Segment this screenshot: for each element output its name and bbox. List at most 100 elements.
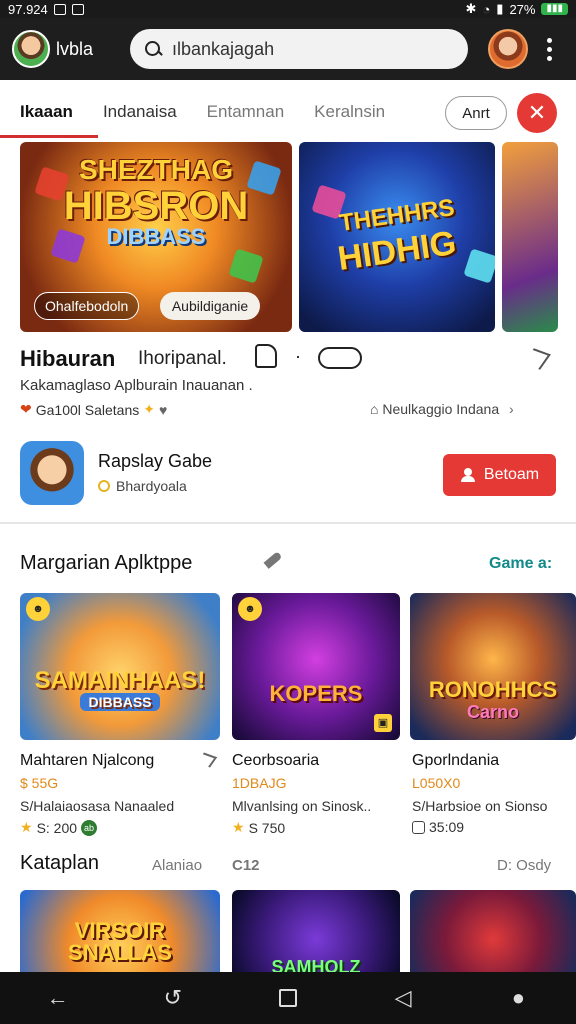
game-card-image[interactable]: RONOHHCS Carno	[410, 593, 576, 740]
banner-title-line3: DIBBASS	[106, 224, 206, 249]
card-rating: 35:09	[412, 819, 464, 835]
heart-outline-icon: ♥	[159, 401, 168, 418]
bluetooth-icon: ✱	[465, 1, 477, 16]
tab-pill-button[interactable]: Anrt	[445, 96, 507, 130]
recents-icon[interactable]: ◁	[383, 978, 423, 1018]
emoji-badge-icon: ☻	[238, 597, 262, 621]
card-rating-value: 35:09	[429, 819, 465, 835]
app-title[interactable]: Rapslay Gabe	[98, 451, 212, 472]
banner-title-line1: SHEZTHAG	[79, 154, 233, 185]
section2-filter-c[interactable]: D: Osdy	[497, 857, 551, 874]
section-see-more-link[interactable]: Game a:	[489, 555, 552, 573]
card-price: $ 55G	[20, 775, 59, 791]
card-price: L050X0	[412, 775, 461, 791]
share-icon[interactable]	[196, 752, 218, 768]
featured-banner-1[interactable]: SHEZTHAG HIBSRON DIBBASS Ohalfebodoln Au…	[20, 142, 292, 332]
app-logo-avatar[interactable]	[12, 30, 50, 68]
card-price: 1DBAJG	[232, 775, 287, 791]
card-title[interactable]: Mahtaren Njalcong	[20, 752, 154, 770]
more-options-icon[interactable]	[546, 37, 552, 61]
tab-entamnan[interactable]: Entamnan	[207, 90, 285, 138]
app-name: lvbla	[56, 38, 94, 59]
home-button[interactable]	[268, 978, 308, 1018]
verified-ring-icon	[98, 480, 110, 492]
game-card-image[interactable]: ☻ SAMAINHAAS! DIBBASS	[20, 593, 220, 740]
featured-banner-2[interactable]: THEHHRS HIDHIG	[299, 142, 495, 332]
card-description: S/Harbsioe on Sionso	[412, 798, 548, 814]
heart-icon: ❤	[20, 401, 32, 417]
close-icon[interactable]: ✕	[517, 93, 557, 133]
share-icon[interactable]	[523, 348, 551, 370]
featured-description: Kakamaglaso Aplburain Inauanan .	[20, 377, 253, 394]
featured-link[interactable]: ⌂ Neulkaggio Indana ›	[370, 401, 514, 417]
card-image-subcaption: Carno	[466, 702, 519, 722]
section2-filter-b[interactable]: C12	[232, 857, 260, 874]
status-time: 97.924	[8, 1, 48, 17]
status-bar: 97.924 ✱ ◔ ▮ 27% ▮▮▮	[0, 0, 576, 18]
thumbs-up-icon[interactable]	[255, 344, 277, 368]
account-icon[interactable]: ●	[498, 978, 538, 1018]
tab-keralnsin[interactable]: Keralnsin	[314, 90, 385, 138]
section-divider	[0, 522, 576, 524]
section-title: Margarian Aplktppe	[20, 552, 193, 574]
signal-icon: ▮	[496, 1, 504, 16]
featured-meta: ❤ Ga100l Saletans ✦ ♥	[20, 401, 167, 418]
system-nav-bar: ← ↺ ◁ ●	[0, 972, 576, 1024]
card-image-caption: SAMHOLZ	[271, 957, 361, 972]
card-image-subcaption: DIBBASS	[80, 693, 160, 711]
badge-icon: ab	[81, 819, 98, 836]
install-button[interactable]: Betoam	[443, 454, 556, 496]
separator-dot: ·	[295, 346, 301, 366]
game-card-image[interactable]: VIRSOIR SNALLAS	[20, 890, 220, 972]
banner-chip-right[interactable]: Aubildiganie	[160, 292, 260, 320]
developer-name: Bhardyoala	[116, 478, 187, 494]
tag-icon: ⌂	[370, 401, 379, 417]
app-icon[interactable]	[20, 441, 84, 505]
wifi-icon: ◔	[482, 1, 491, 17]
image-icon	[71, 3, 84, 15]
featured-banner-3-partial[interactable]	[502, 142, 558, 332]
pencil-icon[interactable]	[263, 551, 283, 569]
chevron-right-icon: ›	[509, 401, 514, 417]
emoji-badge-icon: ☻	[26, 597, 50, 621]
featured-subtitle: Ihoripanal.	[138, 348, 227, 369]
section2-filter-a[interactable]: Alaniao	[152, 857, 202, 874]
game-card-image[interactable]	[410, 890, 576, 972]
person-icon	[460, 468, 476, 482]
game-card-image[interactable]: SAMHOLZ	[232, 890, 400, 972]
card-image-caption: VIRSOIR SNALLAS	[68, 918, 172, 965]
section2-title: Kataplan	[20, 852, 99, 874]
corner-badge-icon: ▣	[374, 714, 392, 732]
star-icon: ★	[20, 819, 33, 835]
back-arrow-icon[interactable]: ←	[38, 978, 78, 1018]
tab-indanaisa[interactable]: Indanaisa	[103, 90, 177, 138]
card-rating-value: S 750	[248, 819, 286, 836]
app-developer: Bhardyoala	[98, 478, 187, 494]
profile-avatar[interactable]	[488, 29, 528, 69]
featured-link-text: Neulkaggio Indana	[382, 401, 500, 417]
notification-icon	[53, 3, 66, 15]
install-label: Betoam	[483, 466, 540, 483]
card-rating: ★ S: 200 ab	[20, 819, 98, 836]
card-rating: ★ S 750	[232, 819, 285, 836]
search-bar[interactable]	[130, 29, 468, 69]
comment-icon[interactable]	[318, 347, 362, 369]
card-title[interactable]: Gporlndania	[412, 752, 499, 770]
search-input[interactable]	[172, 38, 432, 60]
search-icon	[144, 40, 162, 58]
card-image-caption: SAMAINHAAS!	[34, 667, 206, 694]
square-icon	[412, 820, 425, 834]
rotate-icon[interactable]: ↺	[153, 978, 193, 1018]
card-rating-value: S: 200	[36, 819, 78, 836]
star-icon: ✦	[143, 401, 155, 417]
card-image-caption: RONOHHCS	[428, 677, 558, 702]
card-title[interactable]: Ceorbsoaria	[232, 752, 319, 770]
tab-ikaaan[interactable]: Ikaaan	[0, 90, 98, 138]
card-description: S/Halaiaosasa Nanaaled	[20, 798, 175, 814]
top-app-bar: lvbla	[0, 18, 576, 80]
decorative-cube	[228, 248, 264, 284]
battery-icon: ▮▮▮	[541, 3, 568, 15]
home-square-icon	[278, 989, 297, 1007]
game-card-image[interactable]: ☻ KOPERS ▣	[232, 593, 400, 740]
banner-chip-left[interactable]: Ohalfebodoln	[34, 292, 140, 320]
